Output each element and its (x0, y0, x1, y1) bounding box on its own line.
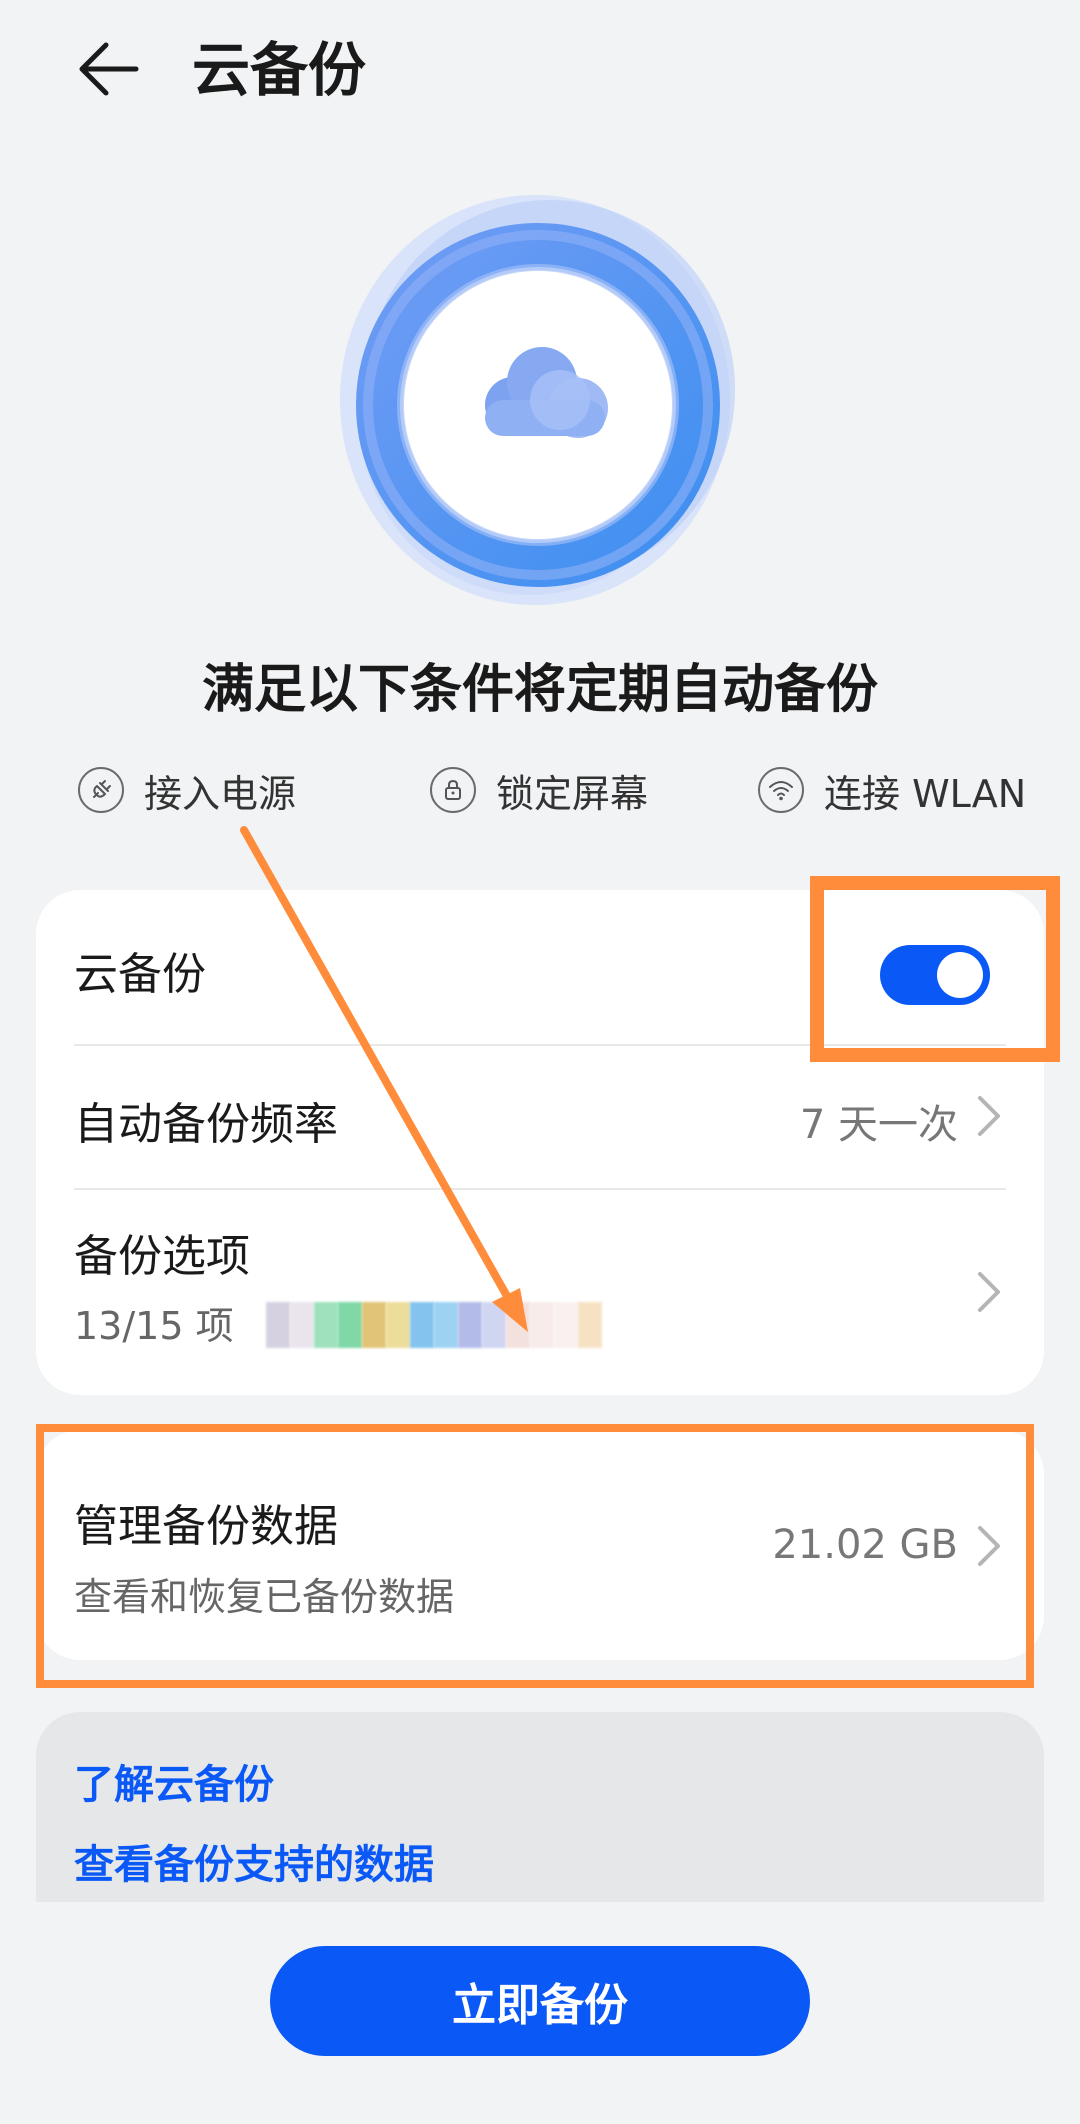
condition-power: 接入电源 (78, 755, 296, 825)
chevron-right-icon (978, 1096, 1000, 1136)
chevron-right-icon (978, 1272, 1000, 1312)
back-button[interactable] (60, 24, 156, 114)
conditions-list: 接入电源 锁定屏幕 连接 WLAN (0, 755, 1080, 825)
auto-backup-conditions-title: 满足以下条件将定期自动备份 (201, 660, 878, 720)
backup-now-button[interactable]: 立即备份 (270, 1946, 810, 2056)
obscured-app-icons (266, 1302, 666, 1348)
cloud-ring-icon (340, 195, 735, 605)
backup-frequency-label: 自动备份频率 (74, 1099, 338, 1150)
backup-frequency-value: 7 天一次 (799, 1102, 958, 1148)
plug-icon (78, 767, 124, 813)
toggle-highlight-box (810, 876, 1060, 1062)
page-title: 云备份 (192, 36, 367, 104)
cloud-backup-label: 云备份 (74, 949, 206, 1000)
help-links: 了解云备份 查看备份支持的数据 (36, 1712, 1044, 1902)
hero-illustration (320, 190, 760, 630)
backup-options-row[interactable]: 备份选项 13/15 项 (36, 1190, 1044, 1395)
condition-lock: 锁定屏幕 (430, 755, 648, 825)
header: 云备份 (0, 0, 1080, 140)
supported-data-link[interactable]: 查看备份支持的数据 (74, 1832, 434, 1890)
cloud-backup-page: 云备份 满足以下条件将定期自动备份 接入电源 锁定屏幕 连接 WLAN 云备份 … (0, 0, 1080, 2124)
condition-label: 锁定屏幕 (496, 771, 649, 816)
lock-icon (430, 767, 476, 813)
condition-label: 连接 WLAN (824, 771, 1027, 816)
condition-label: 接入电源 (144, 771, 297, 816)
manage-highlight-box (36, 1424, 1034, 1688)
backup-options-label: 备份选项 (74, 1231, 250, 1282)
wifi-icon (758, 767, 804, 813)
condition-wlan: 连接 WLAN (758, 755, 1026, 825)
arrow-left-icon (79, 42, 139, 96)
backup-frequency-row[interactable]: 自动备份频率 7 天一次 (36, 1046, 1044, 1188)
backup-options-summary: 13/15 项 (74, 1304, 234, 1348)
learn-cloud-backup-link[interactable]: 了解云备份 (74, 1752, 274, 1810)
